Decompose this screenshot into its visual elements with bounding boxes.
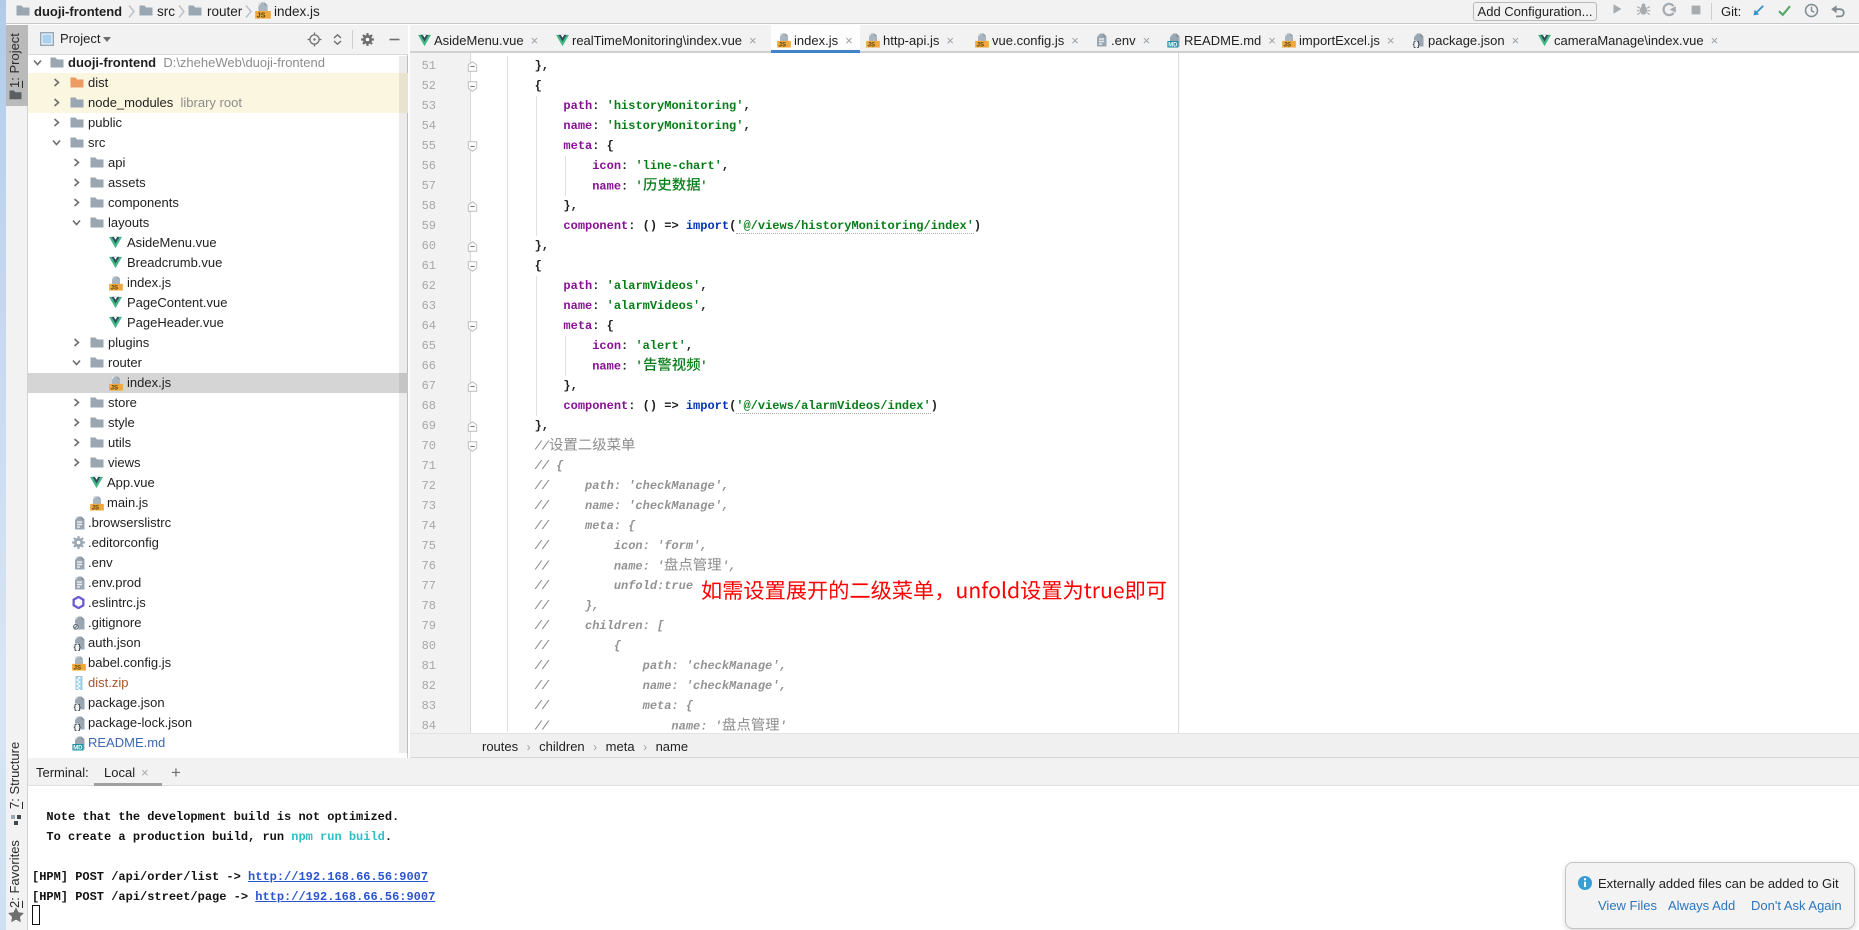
svg-text:{}: {}	[73, 704, 81, 711]
svg-text:JS: JS	[977, 41, 984, 47]
svg-text:JS: JS	[74, 665, 81, 671]
svg-text:JS: JS	[1284, 41, 1291, 47]
svg-text:MD: MD	[1168, 42, 1178, 48]
svg-text:JS: JS	[111, 385, 118, 391]
svg-text:JS: JS	[257, 13, 266, 20]
svg-text:JS: JS	[868, 41, 875, 47]
svg-text:JS: JS	[111, 285, 118, 291]
svg-text:{}: {}	[73, 724, 81, 731]
svg-text:{}: {}	[73, 644, 81, 651]
svg-text:MD: MD	[73, 746, 83, 752]
svg-text:JS: JS	[779, 41, 786, 47]
svg-text:JS: JS	[92, 505, 99, 511]
svg-text:{}: {}	[1412, 41, 1420, 48]
